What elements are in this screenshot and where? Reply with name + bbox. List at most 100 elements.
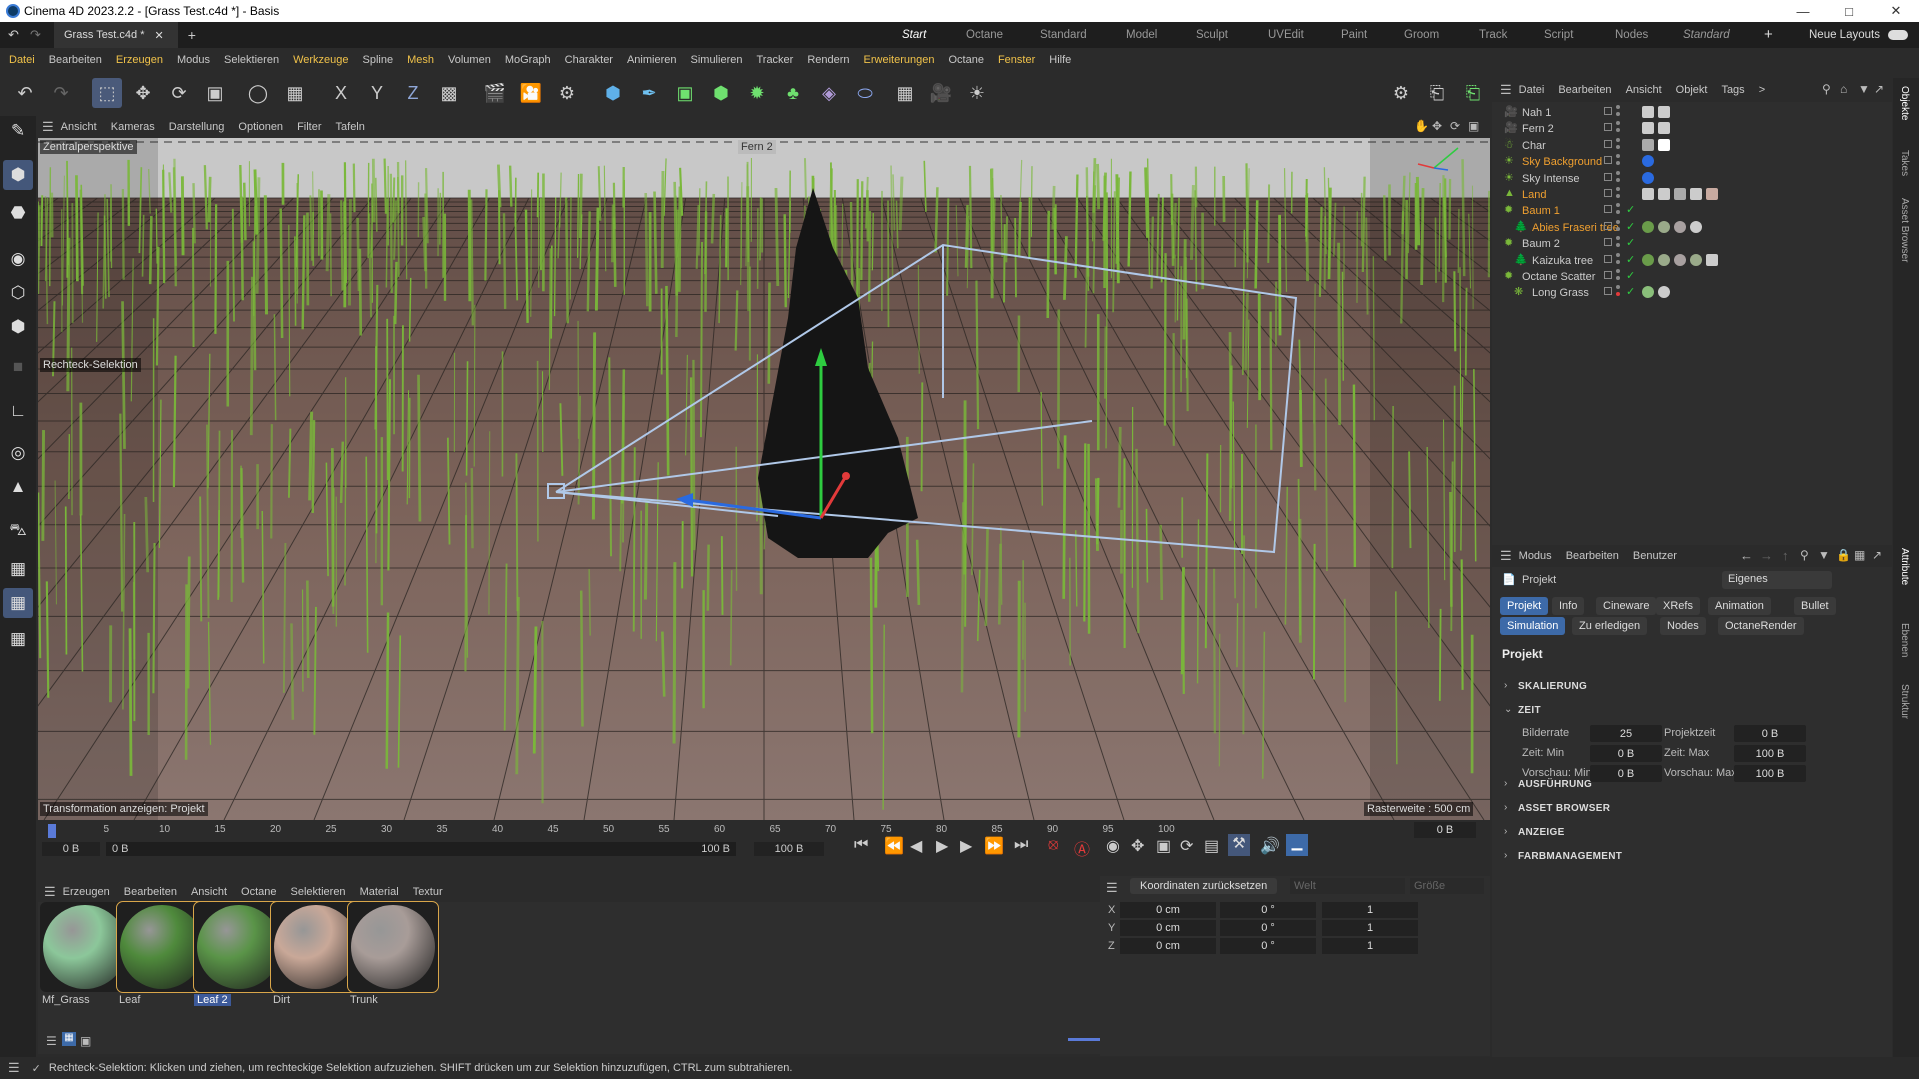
visibility-editor-icon[interactable] [1604, 139, 1612, 148]
tag-icon[interactable] [1706, 188, 1718, 200]
layout-tab-standard[interactable]: Standard [1040, 22, 1087, 48]
visibility-editor-icon[interactable] [1604, 189, 1612, 197]
add-tab-icon[interactable]: + [188, 27, 196, 43]
field-value[interactable]: 0 B [1590, 745, 1662, 762]
rotation-field[interactable]: 0 ° [1220, 938, 1316, 954]
field-value[interactable]: 0 B [1590, 765, 1662, 782]
floor-icon[interactable]: ▦ [890, 78, 920, 108]
obj-menu-datei[interactable]: Datei [1512, 84, 1552, 96]
attr-tab[interactable]: Cineware [1596, 597, 1657, 615]
render-dot-icon[interactable] [1616, 112, 1620, 116]
tag-icon[interactable] [1658, 253, 1670, 266]
edit-pen-icon[interactable]: ✎ [3, 116, 33, 146]
move-tool-icon[interactable]: ✥ [128, 78, 158, 108]
search-icon[interactable]: ⚲ [1822, 82, 1831, 96]
scale-field[interactable]: 1 [1322, 902, 1418, 918]
visibility-dot-icon[interactable] [1616, 285, 1620, 290]
render-view-icon[interactable]: 🎬 [480, 78, 510, 108]
attr-search-icon[interactable]: ⚲ [1800, 548, 1809, 562]
subdivision-icon[interactable]: ▣ [670, 78, 700, 108]
tag-icon[interactable] [1642, 171, 1654, 184]
edges-mode-icon[interactable]: ⬡ [3, 278, 33, 308]
large-view-icon[interactable]: ▣ [80, 1034, 91, 1048]
position-key-icon[interactable]: ✥ [1131, 836, 1144, 856]
deformer-icon[interactable]: ◈ [814, 78, 844, 108]
select-tool-icon[interactable]: ⬚ [92, 78, 122, 108]
reset-coordinates-button[interactable]: Koordinaten zurücksetzen [1130, 878, 1278, 894]
menu-mograph[interactable]: MoGraph [498, 54, 558, 66]
layout-tab-sculpt[interactable]: Sculpt [1196, 22, 1228, 48]
render-dot-icon[interactable] [1616, 144, 1620, 149]
menu-rendern[interactable]: Rendern [800, 54, 856, 66]
side-tab-objekte[interactable]: Objekte [1899, 86, 1910, 120]
visibility-dot-icon[interactable] [1616, 269, 1620, 273]
size-mode-select[interactable]: Größe [1410, 878, 1484, 894]
tag-icon[interactable] [1642, 155, 1654, 168]
snap-icon[interactable]: ⎗ [1458, 78, 1488, 108]
neue-layouts-label[interactable]: Neue Layouts [1809, 22, 1880, 48]
obj-menu-tags[interactable]: Tags [1714, 84, 1751, 96]
back-arrow-icon[interactable]: ← [1740, 548, 1753, 563]
layout-tab-standard-2[interactable]: Standard [1683, 22, 1730, 48]
visibility-editor-icon[interactable] [1604, 107, 1612, 115]
rotation-field[interactable]: 0 ° [1220, 902, 1316, 918]
render-dot-icon[interactable] [1616, 276, 1620, 280]
field-value[interactable]: 25 [1590, 725, 1662, 742]
coords-menu-icon[interactable]: ☰ [1106, 880, 1118, 896]
tag-icon[interactable] [1642, 138, 1654, 151]
visibility-dot-icon[interactable] [1616, 187, 1620, 191]
pan-view-icon[interactable]: ✋ [1414, 119, 1429, 133]
menu-erzeugen[interactable]: Erzeugen [109, 54, 170, 66]
position-field[interactable]: 0 cm [1120, 938, 1216, 954]
menu-erweiterungen[interactable]: Erweiterungen [857, 54, 942, 66]
viewport-menu-icon[interactable]: ☰ [42, 119, 54, 135]
y-axis-lock-icon[interactable]: Y [362, 78, 392, 108]
enabled-check-icon[interactable]: ✓ [1626, 220, 1635, 233]
prev-key-icon[interactable]: ⏪ [884, 836, 904, 856]
attr-tab[interactable]: Animation [1708, 597, 1771, 615]
visibility-dot-icon[interactable] [1616, 121, 1620, 126]
object-menu-icon[interactable]: ☰ [1500, 82, 1512, 98]
file-tab[interactable]: Grass Test.c4d * ✕ [54, 22, 178, 48]
playhead[interactable] [48, 824, 56, 838]
visibility-dot-icon[interactable] [1616, 219, 1620, 224]
visibility-dot-icon[interactable] [1616, 154, 1620, 159]
undo-icon[interactable]: ↶ [10, 78, 40, 108]
x-axis-lock-icon[interactable]: X [326, 78, 356, 108]
visibility-editor-icon[interactable] [1604, 254, 1612, 263]
enabled-check-icon[interactable]: ✓ [1626, 253, 1635, 266]
vp-menu-kameras[interactable]: Kameras [104, 121, 162, 133]
menu-charakter[interactable]: Charakter [558, 54, 620, 66]
layout-tab-model[interactable]: Model [1126, 22, 1157, 48]
light-icon[interactable]: ☀ [962, 78, 992, 108]
cube-icon[interactable]: ⬢ [598, 78, 628, 108]
enabled-check-icon[interactable]: ✓ [1626, 269, 1635, 282]
side-tab-asset-browser[interactable]: Asset Browser [1899, 198, 1910, 262]
menu-spline[interactable]: Spline [356, 54, 401, 66]
cloner-icon[interactable]: ✹ [742, 78, 772, 108]
visibility-dot-icon[interactable] [1616, 236, 1620, 241]
menu-mesh[interactable]: Mesh [400, 54, 441, 66]
coordinate-system-icon[interactable]: ▩ [434, 78, 464, 108]
viewport-3d[interactable]: Zentralperspektive Fern 2 Rechteck-Selek… [38, 138, 1490, 820]
object-row[interactable]: ❋ Long Grass ✓ [1492, 284, 1892, 304]
menu-werkzeuge[interactable]: Werkzeuge [286, 54, 355, 66]
field-value[interactable]: 100 B [1734, 765, 1806, 782]
layout-tab-nodes[interactable]: Nodes [1615, 22, 1648, 48]
workplane-grid-icon[interactable]: ▦ [3, 624, 33, 654]
section-skalierung[interactable]: SKALIERUNG [1518, 681, 1587, 692]
symmetry-icon[interactable]: ⎗ [1422, 78, 1452, 108]
minimize-button[interactable]: — [1780, 0, 1826, 22]
attr-tab[interactable]: Bullet [1794, 597, 1836, 615]
section-ausführung[interactable]: AUSFÜHRUNG [1518, 779, 1592, 790]
section-chevron-icon[interactable]: › [1504, 826, 1507, 837]
z-axis-lock-icon[interactable]: Z [398, 78, 428, 108]
scale-field[interactable]: 1 [1322, 938, 1418, 954]
timeline-view-icon[interactable]: ▁ [1286, 834, 1308, 856]
side-tab-struktur[interactable]: Struktur [1899, 684, 1910, 719]
new-window-icon[interactable]: ↗ [1874, 82, 1884, 96]
points-mode-icon[interactable]: ◉ [3, 244, 33, 274]
attr-tab[interactable]: XRefs [1656, 597, 1700, 615]
scale-key-icon[interactable]: ▣ [1156, 836, 1171, 856]
magnet-icon[interactable]: ⛍ [3, 516, 33, 546]
